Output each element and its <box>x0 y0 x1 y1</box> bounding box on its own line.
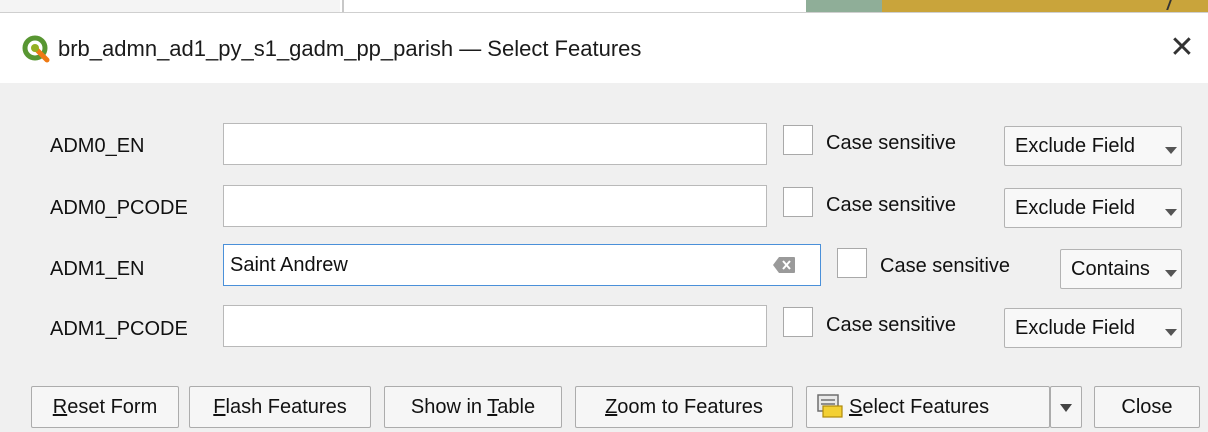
field-label-adm1-pcode: ADM1_PCODE <box>50 318 188 340</box>
select-features-dialog: brb_admn_ad1_py_s1_gadm_pp_parish — Sele… <box>0 12 1208 432</box>
adm1-pcode-input[interactable] <box>223 305 767 347</box>
clear-text-icon[interactable] <box>772 256 796 274</box>
adm0-pcode-operator-select[interactable]: Exclude Field <box>1004 188 1182 228</box>
chevron-down-icon <box>1165 329 1177 336</box>
adm1-en-case-sensitive-checkbox[interactable] <box>837 248 867 278</box>
adm1-en-input[interactable] <box>223 244 821 286</box>
zoom-to-features-button[interactable]: Zoom to Features <box>575 386 793 428</box>
select-features-icon <box>817 393 843 418</box>
adm1-pcode-operator-value: Exclude Field <box>1015 317 1136 339</box>
flash-features-button[interactable]: Flash Features <box>189 386 371 428</box>
adm0-pcode-case-sensitive-checkbox[interactable] <box>783 187 813 217</box>
adm0-en-case-sensitive-checkbox[interactable] <box>783 125 813 155</box>
close-button[interactable]: Close <box>1094 386 1200 428</box>
adm0-pcode-case-sensitive-label: Case sensitive <box>826 194 957 216</box>
adm1-pcode-case-sensitive-checkbox[interactable] <box>783 307 813 337</box>
adm1-en-case-sensitive-label: Case sensitive <box>880 255 1011 277</box>
qgis-icon <box>22 35 50 63</box>
adm0-en-input[interactable] <box>223 123 767 165</box>
field-label-adm0-pcode: ADM0_PCODE <box>50 197 188 219</box>
adm1-en-operator-value: Contains <box>1071 258 1150 280</box>
adm1-pcode-case-sensitive-label: Case sensitive <box>826 314 957 336</box>
chevron-down-icon <box>1165 270 1177 277</box>
chevron-down-icon <box>1060 404 1072 412</box>
field-label-adm0-en: ADM0_EN <box>50 135 145 157</box>
reset-form-button[interactable]: Reset Form <box>31 386 179 428</box>
adm1-pcode-operator-select[interactable]: Exclude Field <box>1004 308 1182 348</box>
adm0-pcode-operator-value: Exclude Field <box>1015 197 1136 219</box>
show-in-table-button[interactable]: Show in Table <box>384 386 562 428</box>
adm0-pcode-input[interactable] <box>223 185 767 227</box>
title-bar: brb_admn_ad1_py_s1_gadm_pp_parish — Sele… <box>0 13 1208 83</box>
select-features-button[interactable]: Select Features <box>806 386 1050 428</box>
adm0-en-operator-select[interactable]: Exclude Field <box>1004 126 1182 166</box>
background-window-strip <box>0 0 1208 12</box>
field-label-adm1-en: ADM1_EN <box>50 258 145 280</box>
window-title: brb_admn_ad1_py_s1_gadm_pp_parish — Sele… <box>58 36 642 61</box>
adm1-en-operator-select[interactable]: Contains <box>1060 249 1182 289</box>
adm0-en-case-sensitive-label: Case sensitive <box>826 132 957 154</box>
screen: brb_admn_ad1_py_s1_gadm_pp_parish — Sele… <box>0 0 1208 432</box>
select-features-menu-button[interactable] <box>1050 386 1082 428</box>
chevron-down-icon <box>1165 209 1177 216</box>
chevron-down-icon <box>1165 147 1177 154</box>
adm0-en-operator-value: Exclude Field <box>1015 135 1136 157</box>
close-icon[interactable]: ✕ <box>1166 33 1198 65</box>
